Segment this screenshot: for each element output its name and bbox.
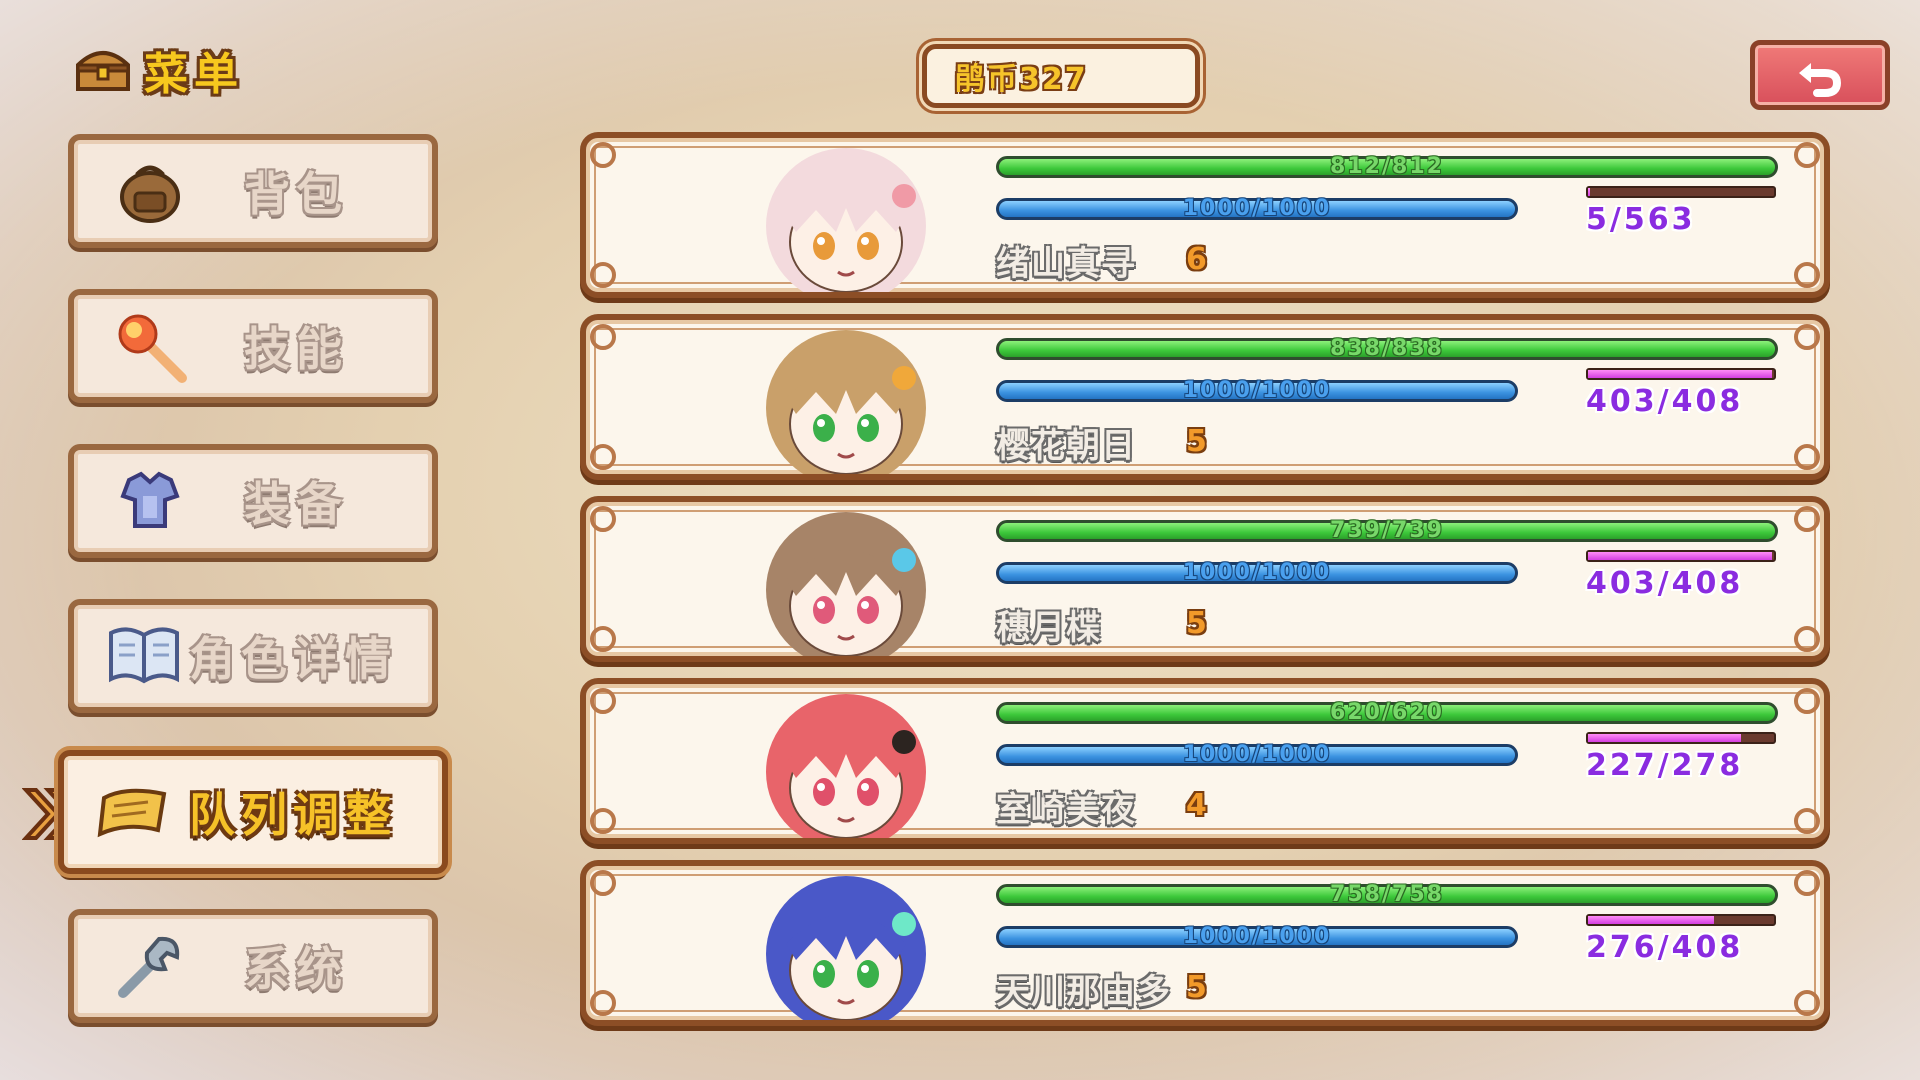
frame-ornament [1794, 324, 1820, 350]
frame-ornament [590, 990, 616, 1016]
party-member-card-2[interactable]: 838/838 1000/1000 403/408 樱花朝日 5 [580, 314, 1830, 480]
frame-ornament [1794, 444, 1820, 470]
menu-title: 菜单 [144, 49, 244, 100]
hp-value: 739/739 [1330, 518, 1444, 543]
fireball-icon [110, 306, 190, 386]
frame-ornament [590, 808, 616, 834]
exp-value: 403/408 [1586, 384, 1744, 419]
frame-ornament [1794, 262, 1820, 288]
exp-bar [1586, 186, 1776, 198]
party-member-card-1[interactable]: 812/812 1000/1000 5/563 绪山真寻 6 [580, 132, 1830, 298]
character-portrait [766, 694, 926, 838]
exp-bar [1586, 914, 1776, 926]
hp-value: 812/812 [1330, 154, 1444, 179]
mp-value: 1000/1000 [1182, 924, 1332, 949]
hp-bar: 739/739 [996, 518, 1778, 543]
mp-value: 1000/1000 [1182, 196, 1332, 221]
frame-ornament [1794, 506, 1820, 532]
wrench-icon [110, 926, 190, 1006]
character-name: 樱花朝日 [996, 426, 1136, 466]
scroll-icon [94, 772, 174, 852]
exp-value: 5/563 [1586, 202, 1696, 237]
frame-ornament [1794, 870, 1820, 896]
hp-bar: 758/758 [996, 882, 1778, 907]
mp-value: 1000/1000 [1182, 560, 1332, 585]
hp-value: 838/838 [1330, 336, 1444, 361]
currency-label: 鹃币327 [955, 62, 1088, 97]
backpack-icon [110, 151, 190, 231]
menu-item-character-details[interactable]: 角色详情 [68, 599, 438, 713]
mp-value: 1000/1000 [1182, 378, 1332, 403]
mp-bar: 1000/1000 [996, 742, 1518, 767]
frame-ornament [1794, 626, 1820, 652]
frame-ornament [1794, 990, 1820, 1016]
menu-item-backpack[interactable]: 背包 [68, 134, 438, 248]
exp-bar [1586, 368, 1776, 380]
exp-bar [1586, 732, 1776, 744]
mp-bar: 1000/1000 [996, 560, 1518, 585]
mp-bar: 1000/1000 [996, 924, 1518, 949]
frame-ornament [590, 444, 616, 470]
hp-bar: 620/620 [996, 700, 1778, 725]
character-name: 天川那由多 [996, 972, 1171, 1012]
mp-bar: 1000/1000 [996, 196, 1518, 221]
exp-value: 276/408 [1586, 930, 1744, 965]
character-portrait [766, 876, 926, 1020]
frame-ornament [590, 324, 616, 350]
menu-item-system[interactable]: 系统 [68, 909, 438, 1023]
frame-ornament [590, 506, 616, 532]
frame-ornament [590, 870, 616, 896]
character-portrait [766, 148, 926, 292]
frame-ornament [590, 142, 616, 168]
frame-ornament [1794, 142, 1820, 168]
character-name: 绪山真寻 [996, 244, 1136, 284]
frame-ornament [1794, 808, 1820, 834]
character-level: 6 [1186, 242, 1207, 277]
armor-icon [110, 461, 190, 541]
frame-ornament [1794, 688, 1820, 714]
character-level: 4 [1186, 788, 1207, 823]
frame-ornament [590, 262, 616, 288]
hp-bar: 812/812 [996, 154, 1778, 179]
menu-item-equipment[interactable]: 装备 [68, 444, 438, 558]
exp-value: 403/408 [1586, 566, 1744, 601]
exp-bar [1586, 550, 1776, 562]
character-level: 5 [1186, 424, 1207, 459]
party-member-card-4[interactable]: 620/620 1000/1000 227/278 室崎美夜 4 [580, 678, 1830, 844]
return-arrow-icon [1799, 63, 1842, 97]
party-member-card-3[interactable]: 739/739 1000/1000 403/408 穗月楪 5 [580, 496, 1830, 662]
character-portrait [766, 330, 926, 474]
menu-item-label: 系统 [244, 942, 348, 996]
menu-item-party-order[interactable]: 队列调整 [58, 750, 448, 874]
back-button[interactable] [1750, 40, 1890, 110]
hp-value: 620/620 [1330, 700, 1444, 725]
character-level: 5 [1186, 970, 1207, 1005]
menu-item-label: 技能 [244, 322, 348, 376]
treasure-chest-icon [76, 51, 130, 91]
book-icon [104, 616, 184, 696]
frame-ornament [590, 626, 616, 652]
menu-header: 菜单 [74, 40, 244, 100]
mp-value: 1000/1000 [1182, 742, 1332, 767]
hp-value: 758/758 [1330, 882, 1444, 907]
character-level: 5 [1186, 606, 1207, 641]
frame-ornament [590, 688, 616, 714]
currency-display: 鹃币327 [922, 44, 1200, 108]
mp-bar: 1000/1000 [996, 378, 1518, 403]
menu-item-label: 背包 [244, 167, 348, 221]
menu-item-label: 角色详情 [189, 632, 397, 686]
character-name: 室崎美夜 [996, 790, 1136, 830]
exp-value: 227/278 [1586, 748, 1744, 783]
character-portrait [766, 512, 926, 656]
party-member-card-5[interactable]: 758/758 1000/1000 276/408 天川那由多 5 [580, 860, 1830, 1026]
hp-bar: 838/838 [996, 336, 1778, 361]
character-name: 穗月楪 [996, 608, 1101, 648]
menu-item-label: 队列调整 [189, 788, 397, 842]
menu-item-skills[interactable]: 技能 [68, 289, 438, 403]
menu-item-label: 装备 [244, 477, 348, 531]
